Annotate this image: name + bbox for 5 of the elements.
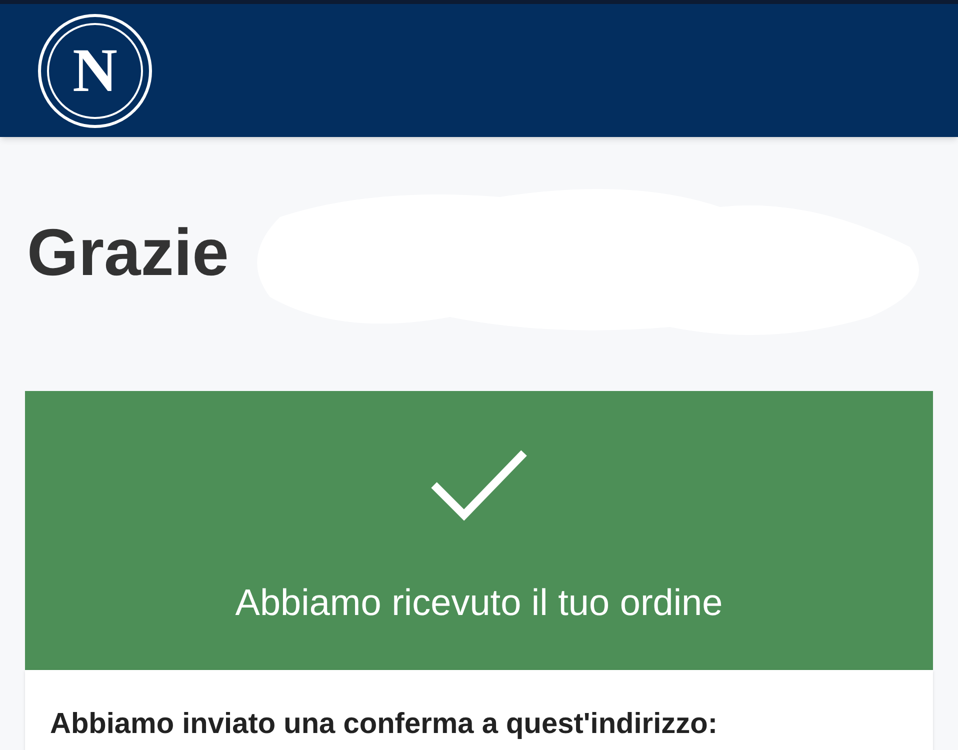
- details-text: Abbiamo inviato una conferma a quest'indirizzo:: [50, 707, 719, 742]
- logo[interactable]: N: [38, 14, 152, 128]
- confirmation-message: Abbiamo ricevuto il tuo ordine: [235, 581, 723, 625]
- logo-letter: N: [72, 40, 118, 102]
- page-title: Grazie: [27, 219, 229, 285]
